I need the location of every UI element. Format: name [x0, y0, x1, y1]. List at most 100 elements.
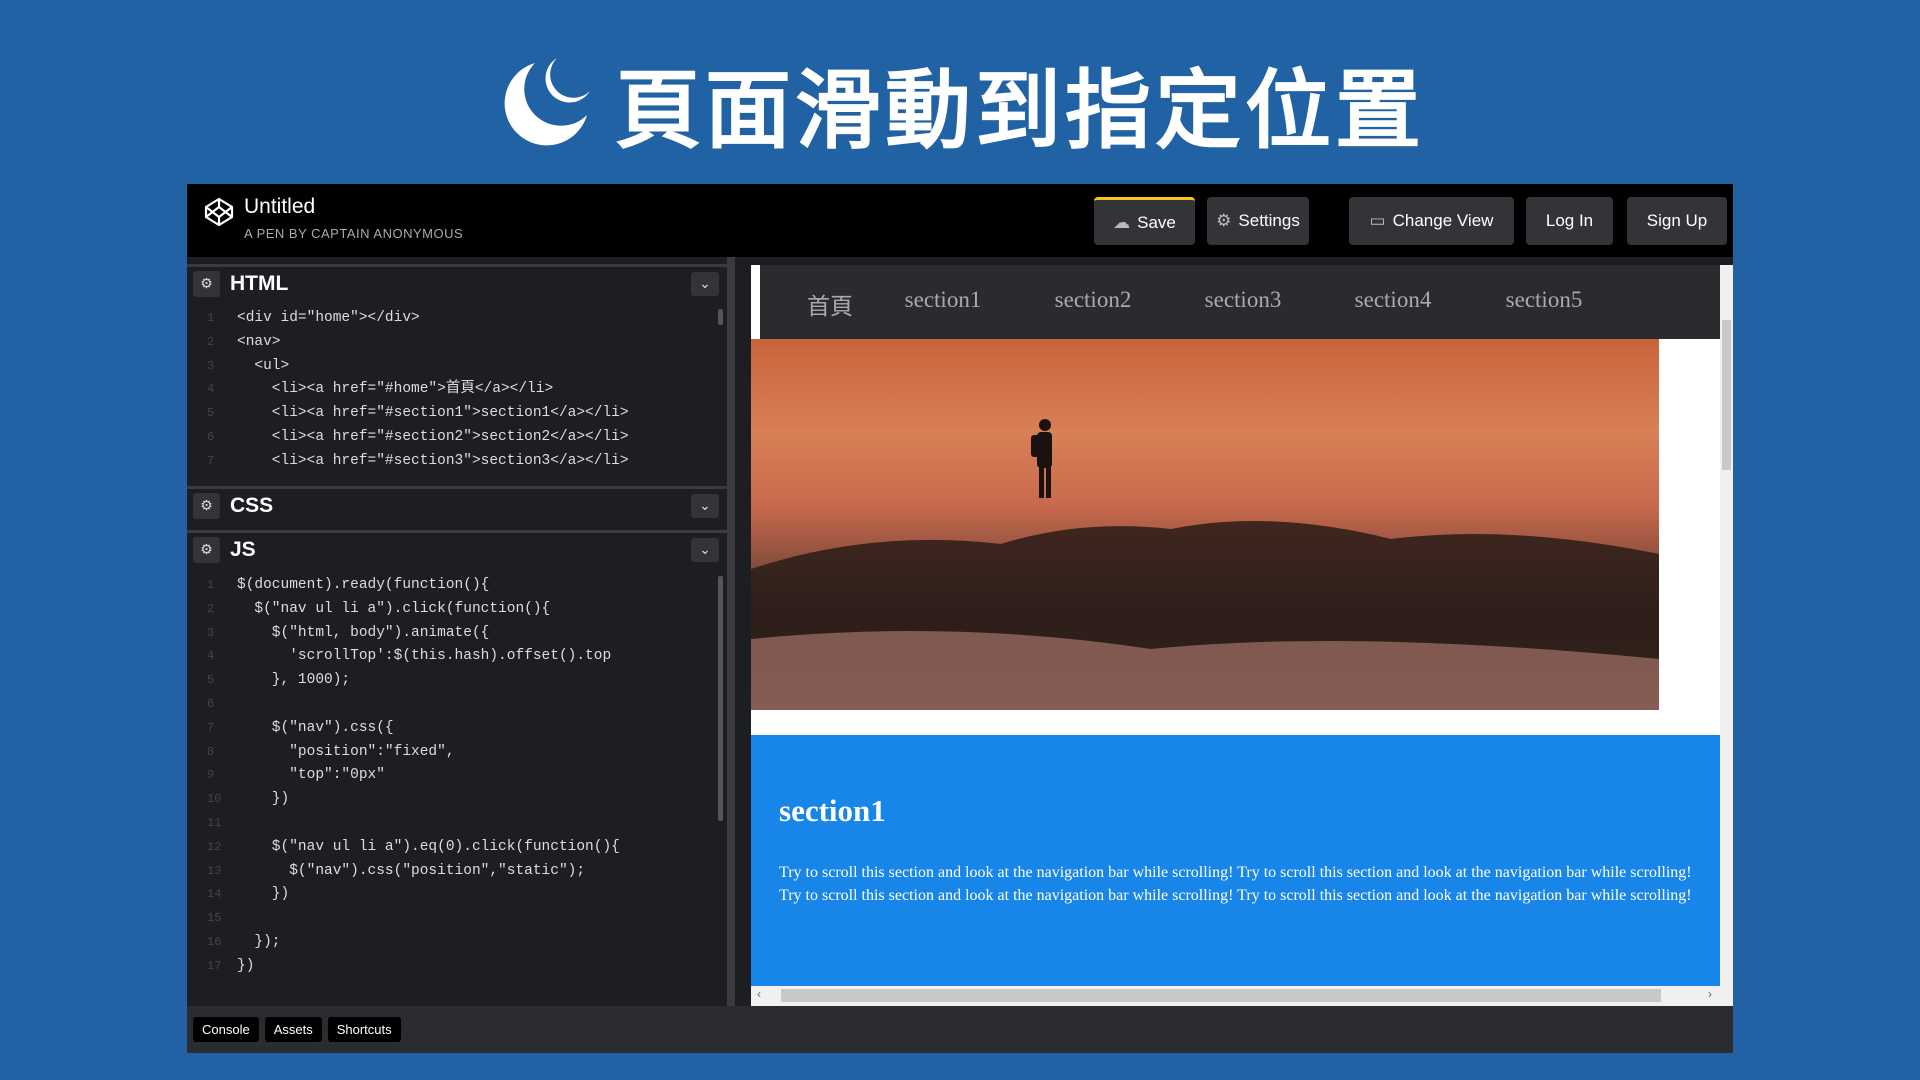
chevron-down-icon[interactable]: ⌄ [691, 493, 719, 518]
nav-link[interactable]: section5 [1506, 287, 1583, 313]
window-icon: ▭ [1369, 211, 1386, 230]
code-text: <li><a href="#section3">section3</a></li… [237, 452, 629, 469]
code-text: $("html, body").animate({ [237, 624, 490, 641]
code-text: <li><a href="#section1">section1</a></li… [237, 405, 629, 422]
cloud-icon: ☁ [1113, 212, 1131, 232]
code-line: 15 [187, 907, 727, 931]
line-number: 9 [207, 768, 215, 783]
section-text: Try to scroll this section and look at t… [779, 864, 1692, 904]
code-line: 8 "position":"fixed", [187, 741, 727, 765]
vertical-scrollbar[interactable] [1720, 265, 1733, 1006]
line-number: 4 [207, 382, 215, 397]
line-number: 16 [207, 934, 222, 949]
section-title: section1 [779, 793, 886, 828]
line-number: 4 [207, 649, 215, 664]
login-button[interactable]: Log In [1526, 197, 1613, 245]
line-number: 3 [207, 625, 215, 640]
code-text: 'scrollTop':$(this.hash).offset().top [237, 648, 612, 665]
line-number: 1 [207, 311, 215, 325]
code-text: $(document).ready(function(){ [237, 577, 490, 593]
line-number: 6 [207, 429, 215, 444]
settings-button[interactable]: ⚙ Settings [1207, 197, 1309, 245]
code-text: <li><a href="#home">首頁</a></li> [237, 381, 554, 398]
line-number: 1 [207, 578, 215, 592]
bottom-shortcuts-button[interactable]: Shortcuts [327, 1017, 401, 1042]
code-text: $("nav").css({ [237, 719, 394, 736]
nav-link[interactable]: section1 [905, 287, 982, 313]
chevron-down-icon[interactable]: ⌄ [691, 537, 719, 562]
line-number: 6 [207, 696, 215, 711]
code-text: <li><a href="#section2">section2</a></li… [237, 428, 629, 445]
nav-link[interactable]: 首頁 [807, 287, 853, 321]
line-number: 13 [207, 863, 222, 878]
bottom-console-button[interactable]: Console [193, 1017, 259, 1042]
gear-icon: ⚙ [1216, 211, 1232, 230]
code-line: 1 $(document).ready(function(){ [187, 574, 727, 598]
html-editor[interactable]: 1 <div id="home"></div> 2 <nav> 3 <ul> 4 <li>… [187, 307, 727, 475]
code-line: 7 <li><a href="#section3">section3</a></… [187, 450, 727, 474]
pen-title[interactable]: Untitled [244, 195, 315, 219]
pen-author: A PEN BY CAPTAIN ANONYMOUS [244, 226, 464, 241]
line-number: 3 [207, 358, 215, 373]
line-number: 17 [207, 958, 222, 973]
codepen-header: Untitled A PEN BY CAPTAIN ANONYMOUS ☁ Sav… [187, 184, 1733, 257]
code-text: }) [237, 791, 290, 808]
preview-pane: 首頁 section1 section2 section3 section4 sectio… [751, 265, 1733, 1006]
line-number: 11 [207, 815, 222, 830]
code-line: 16 }); [187, 931, 727, 955]
section1: section1 Try to scroll this section and … [751, 735, 1720, 986]
line-number: 12 [207, 839, 222, 854]
code-line: 2 <nav> [187, 331, 727, 355]
code-line: 6 <li><a href="#section2">section2</a></… [187, 426, 727, 450]
hiker-silhouette [751, 419, 1659, 710]
js-panel-header: ⚙ JS ⌄ [187, 530, 727, 566]
code-text: $("nav ul li a").eq(0).click(function(){ [237, 838, 620, 855]
code-line: 3 $("html, body").animate({ [187, 622, 727, 646]
bottom-bar: Console Assets Shortcuts [187, 1006, 1733, 1053]
save-button[interactable]: ☁ Save [1094, 197, 1195, 245]
code-line: 7 $("nav").css({ [187, 717, 727, 741]
line-number: 2 [207, 334, 215, 349]
gear-icon[interactable]: ⚙ [193, 492, 220, 519]
moon-icon [504, 57, 590, 145]
horizontal-scrollbar[interactable]: ‹ › [751, 986, 1720, 1006]
code-line: 10 }) [187, 788, 727, 812]
line-number: 15 [207, 911, 222, 926]
code-text: $("nav").css("position","static"); [237, 862, 586, 879]
preview-nav: 首頁 section1 section2 section3 section4 sectio… [760, 265, 1720, 339]
css-panel-header: ⚙ CSS ⌄ [187, 486, 727, 522]
gear-icon[interactable]: ⚙ [193, 270, 220, 297]
bottom-assets-button[interactable]: Assets [264, 1017, 322, 1042]
signup-button[interactable]: Sign Up [1627, 197, 1727, 245]
line-number: 7 [207, 720, 215, 735]
nav-link[interactable]: section2 [1055, 287, 1132, 313]
code-line: 5 }, 1000); [187, 669, 727, 693]
code-text: <nav> [237, 333, 281, 350]
code-line: 2 $("nav ul li a").click(function(){ [187, 598, 727, 622]
gear-icon[interactable]: ⚙ [193, 536, 220, 563]
code-line: 4 'scrollTop':$(this.hash).offset().top [187, 645, 727, 669]
nav-link[interactable]: section3 [1205, 287, 1282, 313]
code-line: 5 <li><a href="#section1">section1</a></… [187, 402, 727, 426]
js-editor[interactable]: 1 $(document).ready(function(){ 2 $("nav u… [187, 574, 727, 1004]
hiker-photo [751, 339, 1659, 710]
chevron-down-icon[interactable]: ⌄ [691, 271, 719, 296]
code-line: 6 [187, 693, 727, 717]
code-line: 4 <li><a href="#home">首頁</a></li> [187, 378, 727, 402]
code-line: 17}) [187, 955, 727, 979]
code-text: }) [237, 886, 290, 903]
line-number: 8 [207, 744, 215, 759]
code-line: 12 $("nav ul li a").eq(0).click(function… [187, 836, 727, 860]
line-number: 14 [207, 887, 222, 902]
code-text: }); [237, 933, 281, 950]
slide-title: 頁面滑動到指定位置 [0, 40, 1920, 165]
nav-link[interactable]: section4 [1355, 287, 1432, 313]
code-line: 3 <ul> [187, 355, 727, 379]
code-text: }) [237, 957, 255, 974]
code-line: 9 "top":"0px" [187, 764, 727, 788]
change-view-button[interactable]: ▭ Change View [1349, 197, 1514, 245]
code-text: }, 1000); [237, 672, 351, 689]
html-panel-header: ⚙ HTML ⌄ [187, 264, 727, 300]
codepen-logo-icon [204, 197, 234, 227]
code-text: <ul> [237, 357, 290, 374]
